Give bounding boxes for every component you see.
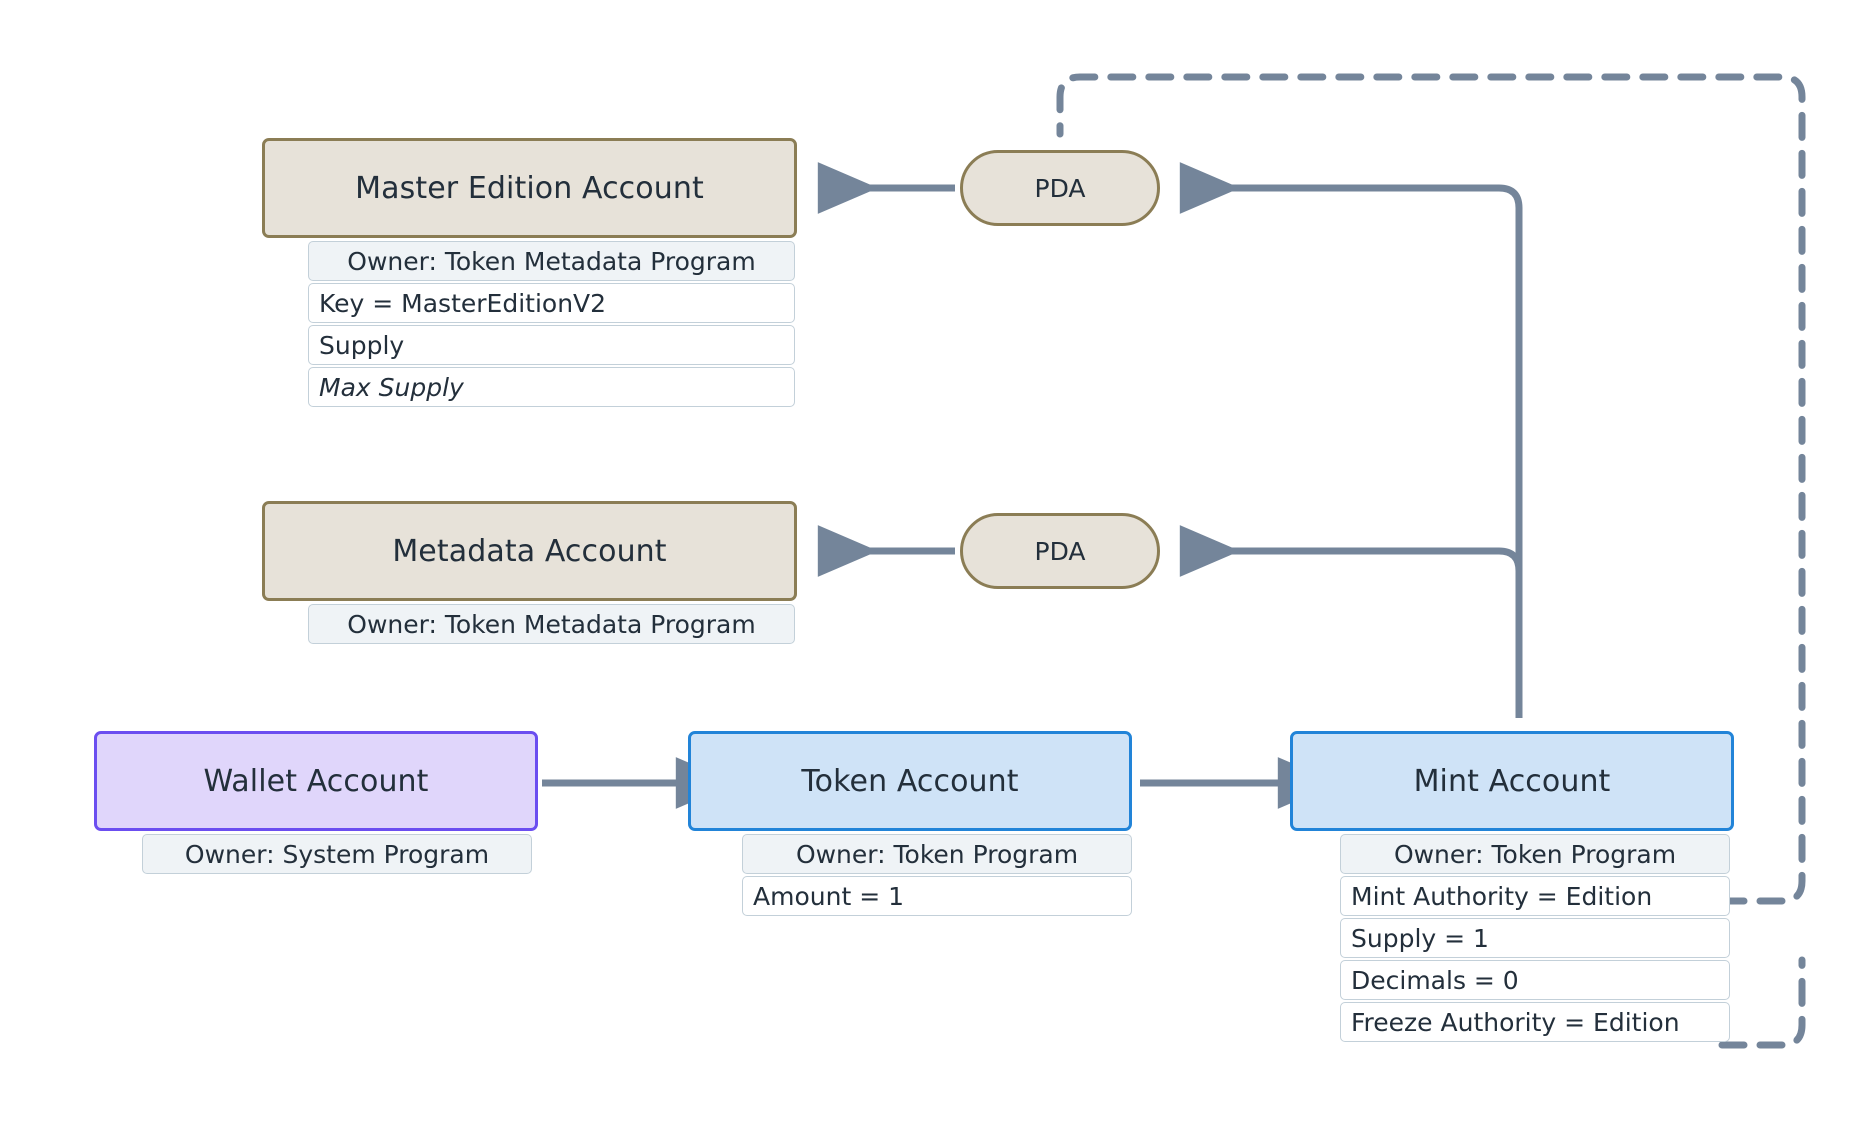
master-edition-account-header[interactable]: Master Edition Account (262, 138, 797, 238)
edge-mint-to-pda-master-edition (1179, 162, 1523, 718)
wallet-account-header[interactable]: Wallet Account (94, 731, 538, 831)
node-pda-metadata[interactable]: PDA (960, 513, 1160, 589)
node-mint-account[interactable]: Mint Account (1290, 731, 1734, 831)
attr-text: Owner: Token Program (1393, 839, 1677, 869)
attr-text: Owner: Token Program (795, 839, 1079, 869)
pda-label: PDA (1034, 536, 1086, 566)
attr-row: Freeze Authority = Edition (1340, 1002, 1730, 1042)
diagram-canvas: Master Edition Account Owner: Token Meta… (0, 0, 1860, 1128)
node-master-edition-account[interactable]: Master Edition Account (262, 138, 797, 238)
node-token-account[interactable]: Token Account (688, 731, 1132, 831)
attr-text: Key = MasterEditionV2 (319, 288, 607, 318)
master-edition-account-attributes: Owner: Token Metadata Program Key = Mast… (308, 241, 795, 409)
mint-account-attributes: Owner: Token Program Mint Authority = Ed… (1340, 834, 1730, 1044)
token-account-attributes: Owner: Token Program Amount = 1 (742, 834, 1132, 918)
attr-row: Owner: Token Metadata Program (308, 604, 795, 644)
mint-account-title: Mint Account (1413, 763, 1611, 799)
metadata-account-attributes: Owner: Token Metadata Program (308, 604, 795, 646)
attr-row: Owner: Token Program (1340, 834, 1730, 874)
attr-row: Supply (308, 325, 795, 365)
attr-row: Mint Authority = Edition (1340, 876, 1730, 916)
edge-dashed-freeze-authority-to-loop (1718, 956, 1806, 1049)
metadata-account-title: Metadata Account (392, 533, 667, 569)
wallet-account-title: Wallet Account (203, 763, 429, 799)
attr-text: Amount = 1 (753, 881, 904, 911)
node-pda-master-edition[interactable]: PDA (960, 150, 1160, 226)
attr-row: Owner: Token Metadata Program (308, 241, 795, 281)
attr-row: Amount = 1 (742, 876, 1132, 916)
edge-mint-to-pda-metadata (1179, 525, 1523, 577)
pda-label: PDA (1034, 173, 1086, 203)
metadata-account-header[interactable]: Metadata Account (262, 501, 797, 601)
attr-text: Supply = 1 (1351, 923, 1489, 953)
attr-row: Key = MasterEditionV2 (308, 283, 795, 323)
attr-row: Decimals = 0 (1340, 960, 1730, 1000)
attr-text: Mint Authority = Edition (1351, 881, 1653, 911)
mint-account-header[interactable]: Mint Account (1290, 731, 1734, 831)
attr-row: Owner: System Program (142, 834, 532, 874)
attr-text: Supply (319, 330, 405, 360)
node-metadata-account[interactable]: Metadata Account (262, 501, 797, 601)
attr-row: Supply = 1 (1340, 918, 1730, 958)
node-wallet-account[interactable]: Wallet Account (94, 731, 538, 831)
attr-text: Max Supply (319, 372, 464, 402)
attr-text: Owner: Token Metadata Program (347, 609, 756, 639)
master-edition-account-title: Master Edition Account (355, 170, 704, 206)
attr-text: Owner: System Program (184, 839, 490, 869)
attr-text: Owner: Token Metadata Program (347, 246, 756, 276)
token-account-header[interactable]: Token Account (688, 731, 1132, 831)
token-account-title: Token Account (801, 763, 1019, 799)
attr-text: Freeze Authority = Edition (1351, 1007, 1680, 1037)
attr-row: Max Supply (308, 367, 795, 407)
attr-row: Owner: Token Program (742, 834, 1132, 874)
wallet-account-attributes: Owner: System Program (142, 834, 532, 876)
attr-text: Decimals = 0 (1351, 965, 1519, 995)
